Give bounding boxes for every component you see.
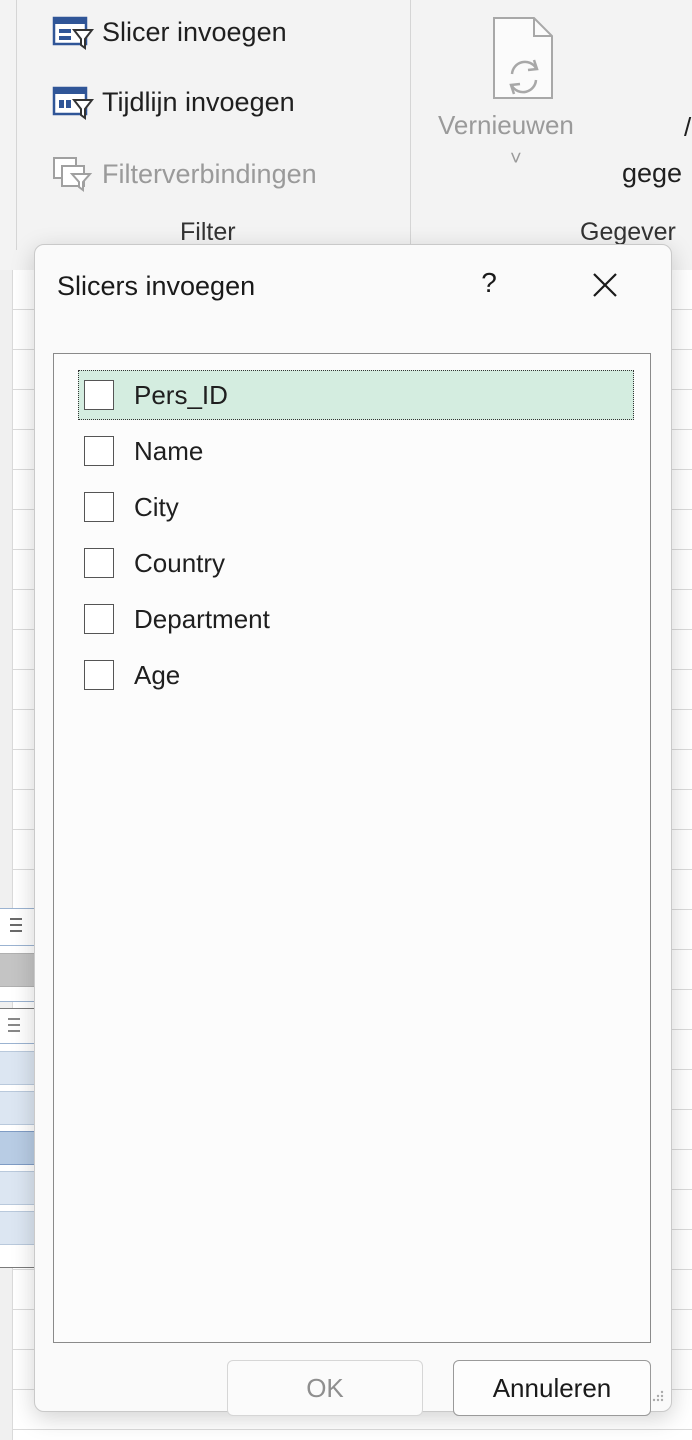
dialog-title: Slicers invoegen [57,271,256,301]
field-list[interactable]: Pers_ID Name City Country Department Age [53,353,651,1343]
checkbox[interactable] [84,436,114,466]
field-label: Country [134,547,226,578]
ribbon-separator [410,0,411,250]
ribbon: Slicer invoegen Tijdlijn invoegen Filter… [0,0,692,270]
cancel-button[interactable]: Annuleren [453,1360,651,1416]
field-item-city[interactable]: City [78,482,634,532]
field-label: Pers_ID [134,379,228,410]
checkbox[interactable] [84,660,114,690]
checkbox[interactable] [84,548,114,578]
partial-label: / [684,112,692,142]
ok-button[interactable]: OK [227,1360,423,1416]
filter-connections-icon [52,156,94,192]
multi-select-icon[interactable] [10,915,24,944]
field-label: City [134,491,179,522]
field-item-name[interactable]: Name [78,426,634,476]
refresh-icon [490,16,556,105]
filter-connections-label: Filterverbindingen [102,158,317,189]
insert-slicers-dialog: Slicers invoegen ? Pers_ID Name City Cou… [34,244,672,1416]
data-group-label: Gegever [580,218,676,246]
refresh-button-label[interactable]: Vernieuwen [438,110,574,141]
help-button[interactable]: ? [475,267,503,303]
close-button[interactable] [583,263,627,307]
field-label: Name [134,435,204,466]
field-item-age[interactable]: Age [78,650,634,700]
chevron-down-icon[interactable]: ˅ [510,148,522,171]
field-label: Department [134,603,270,634]
insert-slicer-button[interactable]: Slicer invoegen [52,14,287,50]
slicer-icon [52,14,95,50]
field-item-department[interactable]: Department [78,594,634,644]
insert-timeline-button[interactable]: Tijdlijn invoegen [52,84,295,120]
filter-group-label: Filter [180,218,236,246]
partial-data-label[interactable]: gege [622,158,682,189]
field-item-country[interactable]: Country [78,538,634,588]
close-icon [593,273,617,297]
multi-select-icon[interactable] [8,1015,22,1044]
checkbox[interactable] [84,604,114,634]
ribbon-separator [16,0,17,250]
filter-connections-button[interactable]: Filterverbindingen [52,156,317,192]
field-label: Age [134,659,181,690]
insert-slicer-label: Slicer invoegen [102,16,287,47]
checkbox[interactable] [84,380,114,410]
checkbox[interactable] [84,492,114,522]
insert-timeline-label: Tijdlijn invoegen [102,86,295,117]
resize-grip-icon[interactable] [649,1389,665,1405]
timeline-icon [52,84,95,120]
field-item-pers-id[interactable]: Pers_ID [78,370,634,420]
